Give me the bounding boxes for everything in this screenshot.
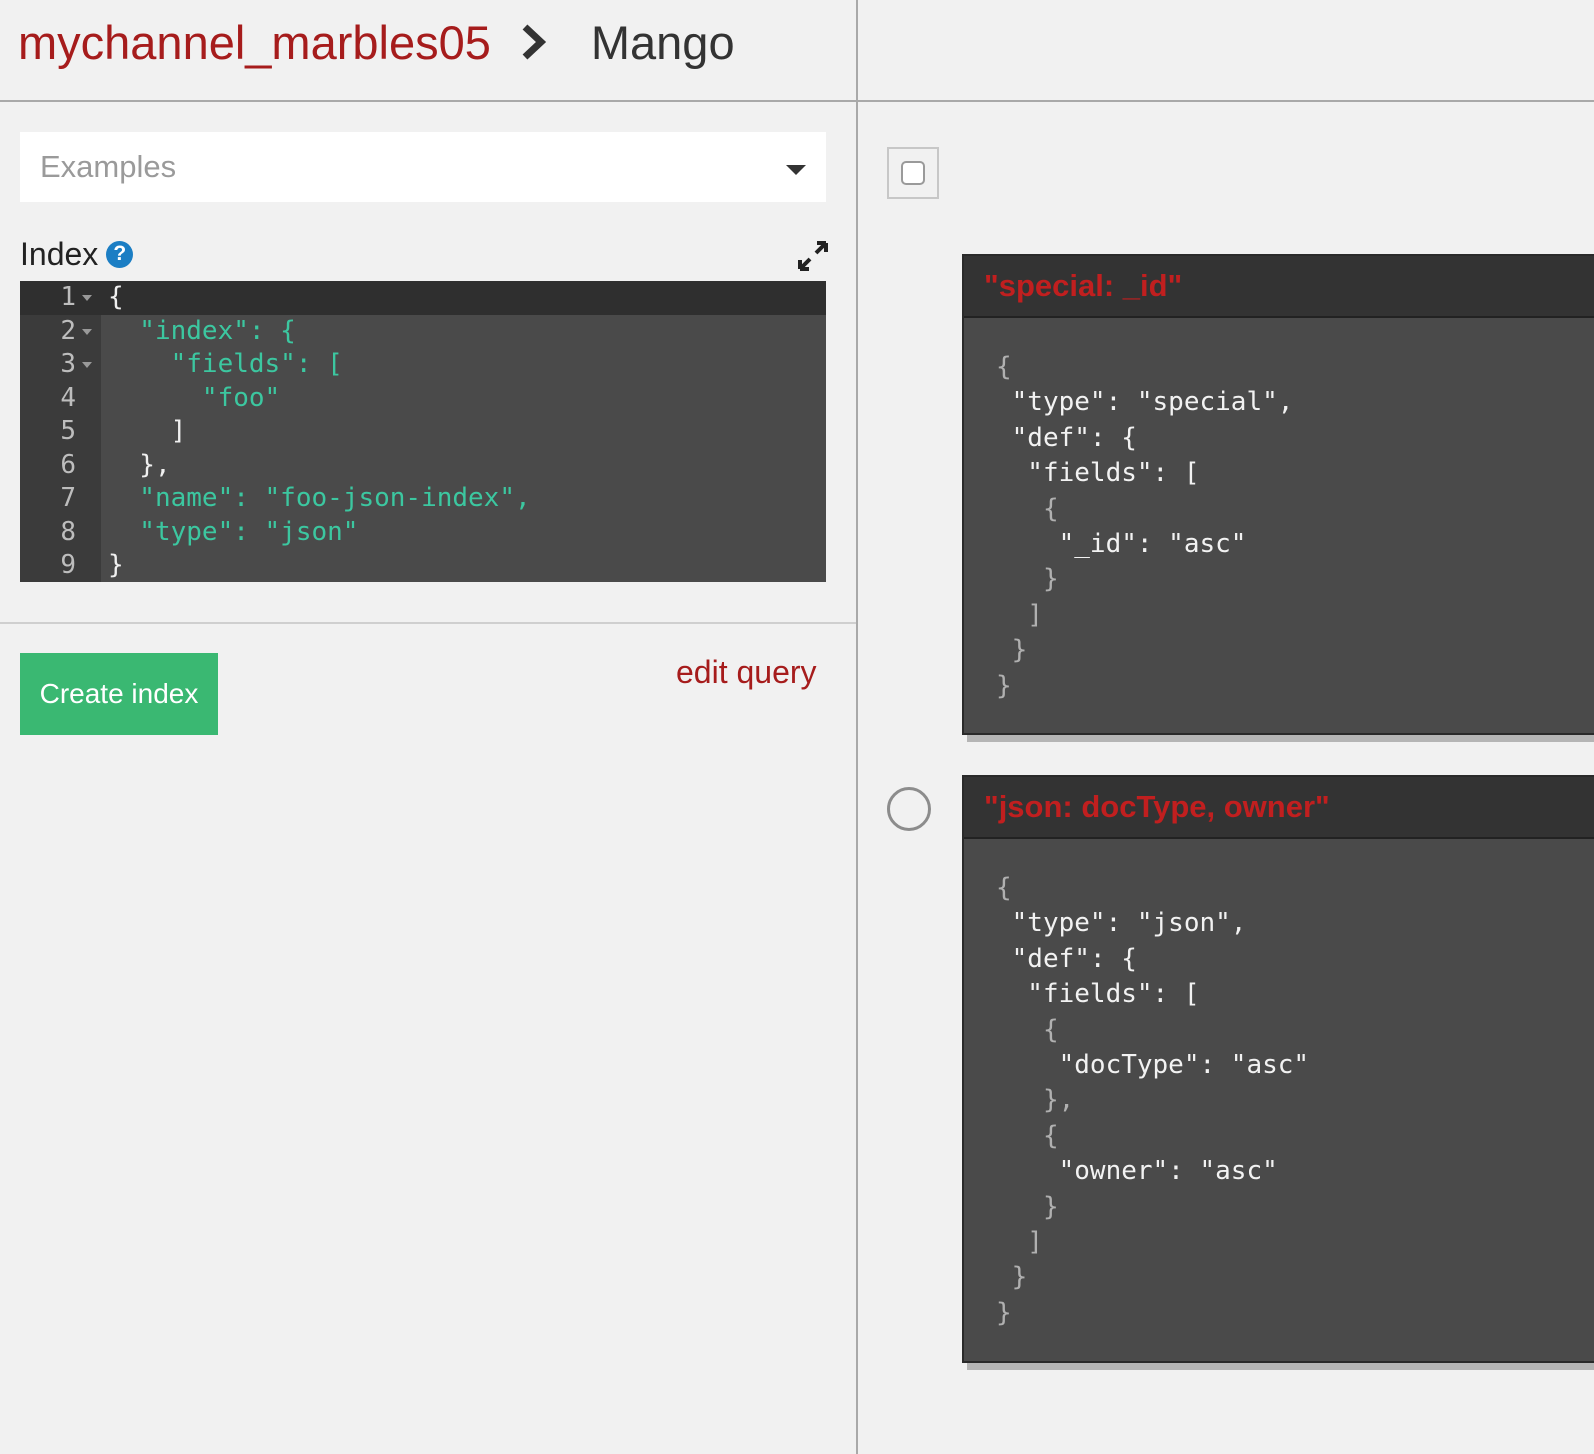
code-text: "foo" <box>108 382 281 413</box>
editor-line[interactable]: 9 } <box>20 549 826 582</box>
json-line: "type": "json", <box>996 908 1247 939</box>
index-card-special-id[interactable]: "special: _id" { "type": "special", "def… <box>962 254 1594 735</box>
json-line: "def": { <box>996 943 1137 974</box>
chevron-right-icon <box>511 14 571 70</box>
select-all-checkbox[interactable] <box>887 147 939 199</box>
index-card-title: "json: docType, owner" <box>964 777 1594 839</box>
editor-line[interactable]: 5 ] <box>20 415 826 449</box>
line-number: 3 <box>60 349 76 379</box>
json-line: }, <box>996 1085 1075 1116</box>
editor-line[interactable]: 3 "fields": [ <box>20 348 826 382</box>
code-text: { <box>108 282 124 312</box>
json-line: ] <box>996 599 1043 630</box>
json-line: } <box>996 670 1012 701</box>
json-line: } <box>996 564 1059 595</box>
code-text: "index": { <box>108 315 296 346</box>
section-divider <box>0 622 856 624</box>
editor-line[interactable]: 6 }, <box>20 449 826 483</box>
fold-caret-icon[interactable] <box>82 328 92 335</box>
code-text: }, <box>108 449 171 480</box>
json-line: { <box>996 873 1012 903</box>
line-number: 1 <box>60 282 76 312</box>
line-number: 7 <box>60 483 76 513</box>
editor-line[interactable]: 1 { <box>20 281 826 315</box>
json-line: } <box>996 1262 1028 1293</box>
json-line: "fields": [ <box>996 458 1200 489</box>
json-line: "owner": "asc" <box>996 1156 1278 1187</box>
editor-line[interactable]: 8 "type": "json" <box>20 516 826 550</box>
index-card-title: "special: _id" <box>964 256 1594 318</box>
question-circle-icon[interactable]: ? <box>106 240 134 268</box>
json-line: } <box>996 1191 1059 1222</box>
panel-divider <box>856 0 858 1454</box>
line-number: 4 <box>60 382 76 413</box>
editor-line[interactable]: 7 "name": "foo-json-index", <box>20 482 826 516</box>
fold-caret-icon[interactable] <box>82 362 92 368</box>
breadcrumb-database-link[interactable]: mychannel_marbles05 <box>18 15 491 70</box>
examples-dropdown[interactable]: Examples <box>20 132 826 202</box>
json-line: "fields": [ <box>996 979 1200 1010</box>
caret-down-icon <box>786 165 806 175</box>
create-index-button[interactable]: Create index <box>20 653 218 735</box>
line-number: 6 <box>60 449 76 480</box>
expand-arrows-icon[interactable] <box>798 241 828 271</box>
json-line: { <box>996 493 1059 524</box>
code-text: ] <box>108 416 187 446</box>
json-line: ] <box>996 1227 1043 1257</box>
json-line: "type": "special", <box>996 387 1294 418</box>
line-number: 5 <box>60 416 76 446</box>
fold-caret-icon[interactable] <box>82 295 92 301</box>
line-number: 8 <box>60 516 76 547</box>
page-title: Mango <box>590 15 735 69</box>
index-label: Index <box>20 235 99 272</box>
json-line: } <box>996 1297 1012 1328</box>
json-line: { <box>996 1120 1059 1151</box>
checkbox-box <box>901 161 925 185</box>
index-heading: Index ? <box>20 234 134 274</box>
editor-line[interactable]: 4 "foo" <box>20 382 826 416</box>
edit-query-link[interactable]: edit query <box>676 654 817 691</box>
code-text: } <box>108 550 124 580</box>
index-card-json-doctype-owner[interactable]: "json: docType, owner" { "type": "json",… <box>962 775 1594 1363</box>
breadcrumb: mychannel_marbles05 Mango <box>18 14 735 70</box>
json-line: "_id": "asc" <box>996 529 1247 559</box>
line-number: 9 <box>60 550 76 580</box>
json-line: } <box>996 635 1028 666</box>
code-text: "fields": [ <box>108 349 343 379</box>
code-text: "type": "json" <box>108 516 359 547</box>
json-line: "docType": "asc" <box>996 1050 1310 1080</box>
json-line: { <box>996 352 1012 382</box>
json-line: "def": { <box>996 422 1137 453</box>
index-code-editor[interactable]: 1 { 2 "index": { 3 "fields": [ 4 "foo" 5… <box>20 281 826 582</box>
index-radio-button[interactable] <box>887 787 931 831</box>
editor-line[interactable]: 2 "index": { <box>20 315 826 349</box>
code-text: "name": "foo-json-index", <box>108 483 531 513</box>
json-line: { <box>996 1014 1059 1045</box>
examples-dropdown-value: Examples <box>40 149 177 184</box>
page-header: mychannel_marbles05 Mango <box>0 0 1594 102</box>
line-number: 2 <box>60 315 76 346</box>
